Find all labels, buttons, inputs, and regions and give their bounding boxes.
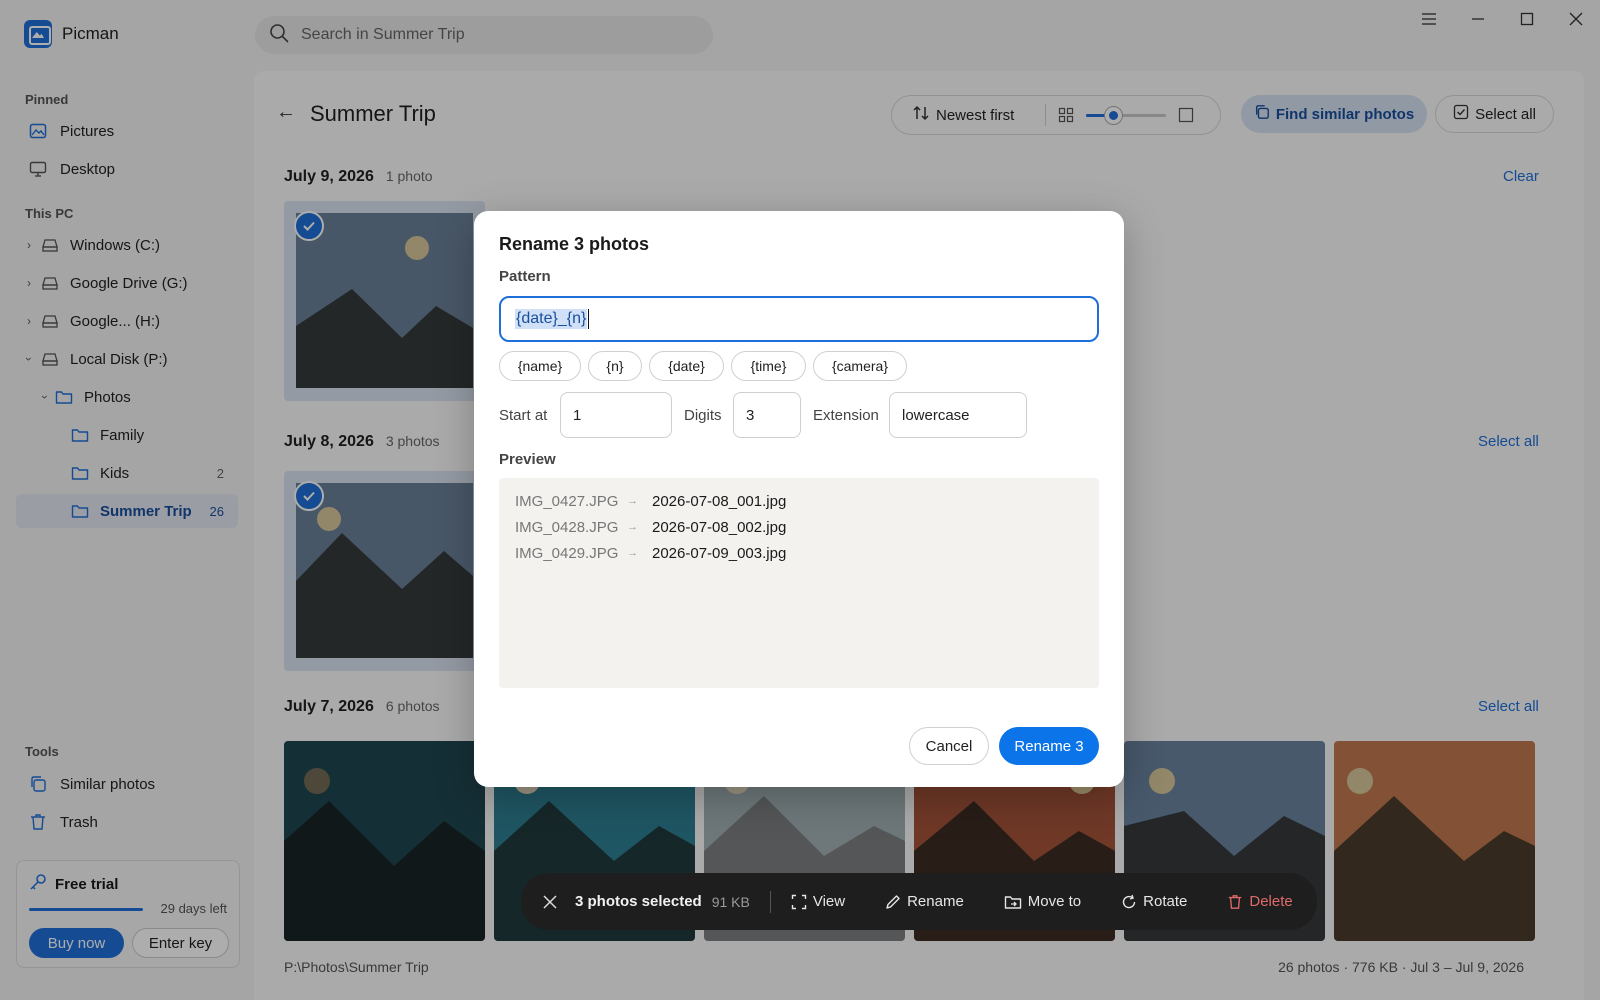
arrow-right-icon: →: [627, 495, 638, 507]
preview-list: IMG_0427.JPG → 2026-07-08_001.jpg IMG_04…: [499, 478, 1099, 688]
digits-label: Digits: [684, 407, 722, 424]
pattern-input[interactable]: {date}_{n}: [499, 296, 1099, 342]
extension-label: Extension: [813, 407, 879, 424]
start-at-input[interactable]: 1: [560, 392, 672, 438]
preview-old-name: IMG_0427.JPG: [515, 492, 619, 510]
rotate-button[interactable]: Rotate: [1121, 893, 1187, 910]
rotate-label: Rotate: [1143, 893, 1188, 910]
preview-row: IMG_0427.JPG → 2026-07-08_001.jpg: [515, 488, 1083, 514]
pattern-label: Pattern: [499, 268, 551, 285]
preview-row: IMG_0429.JPG → 2026-07-09_003.jpg: [515, 540, 1083, 566]
move-to-label: Move to: [1027, 893, 1082, 910]
fullscreen-icon: [791, 894, 807, 909]
dialog-title: Rename 3 photos: [499, 234, 650, 254]
token-n-button[interactable]: {n}: [588, 351, 642, 381]
preview-row: IMG_0428.JPG → 2026-07-08_002.jpg: [515, 514, 1083, 540]
rename-label: Rename: [907, 893, 964, 910]
start-at-label: Start at: [499, 407, 548, 424]
extension-select[interactable]: lowercase: [889, 392, 1027, 438]
preview-new-name: 2026-07-08_001.jpg: [652, 492, 787, 510]
arrow-right-icon: →: [627, 547, 638, 559]
token-time-button[interactable]: {time}: [731, 351, 806, 381]
token-camera-button[interactable]: {camera}: [813, 351, 907, 381]
token-date-button[interactable]: {date}: [649, 351, 724, 381]
view-button[interactable]: View: [791, 893, 845, 910]
trash-icon: [1229, 894, 1242, 909]
action-bar-divider: [769, 890, 771, 913]
rename-button[interactable]: Rename 3: [999, 727, 1099, 765]
clear-selection-icon[interactable]: [539, 894, 561, 909]
arrow-right-icon: →: [627, 521, 638, 533]
rotate-icon: [1122, 894, 1136, 908]
digits-input[interactable]: 3: [733, 392, 801, 438]
pencil-icon: [886, 894, 900, 909]
digits-value: 3: [746, 406, 755, 424]
selection-action-bar: 3 photos selected 91 KB View Rename Move…: [521, 873, 1317, 930]
selection-size: 91 KB: [711, 893, 750, 910]
start-at-value: 1: [573, 406, 582, 424]
move-to-button[interactable]: Move to: [1004, 893, 1081, 910]
preview-old-name: IMG_0429.JPG: [515, 544, 619, 562]
view-label: View: [812, 893, 846, 910]
token-name-button[interactable]: {name}: [499, 351, 581, 381]
preview-label: Preview: [499, 451, 556, 468]
preview-old-name: IMG_0428.JPG: [515, 518, 619, 536]
delete-label: Delete: [1249, 893, 1293, 910]
text-caret: [588, 309, 590, 329]
rename-dialog: Rename 3 photos Pattern {date}_{n} {name…: [474, 211, 1124, 787]
preview-new-name: 2026-07-09_003.jpg: [652, 544, 787, 562]
cancel-button[interactable]: Cancel: [909, 727, 989, 765]
extension-value: lowercase: [902, 406, 970, 424]
preview-new-name: 2026-07-08_002.jpg: [652, 518, 787, 536]
selection-count: 3 photos selected: [575, 893, 702, 910]
delete-button[interactable]: Delete: [1227, 893, 1293, 910]
rename-action-button[interactable]: Rename: [885, 893, 964, 910]
folder-move-icon: [1004, 895, 1021, 909]
pattern-value: {date}_{n}: [515, 309, 588, 329]
